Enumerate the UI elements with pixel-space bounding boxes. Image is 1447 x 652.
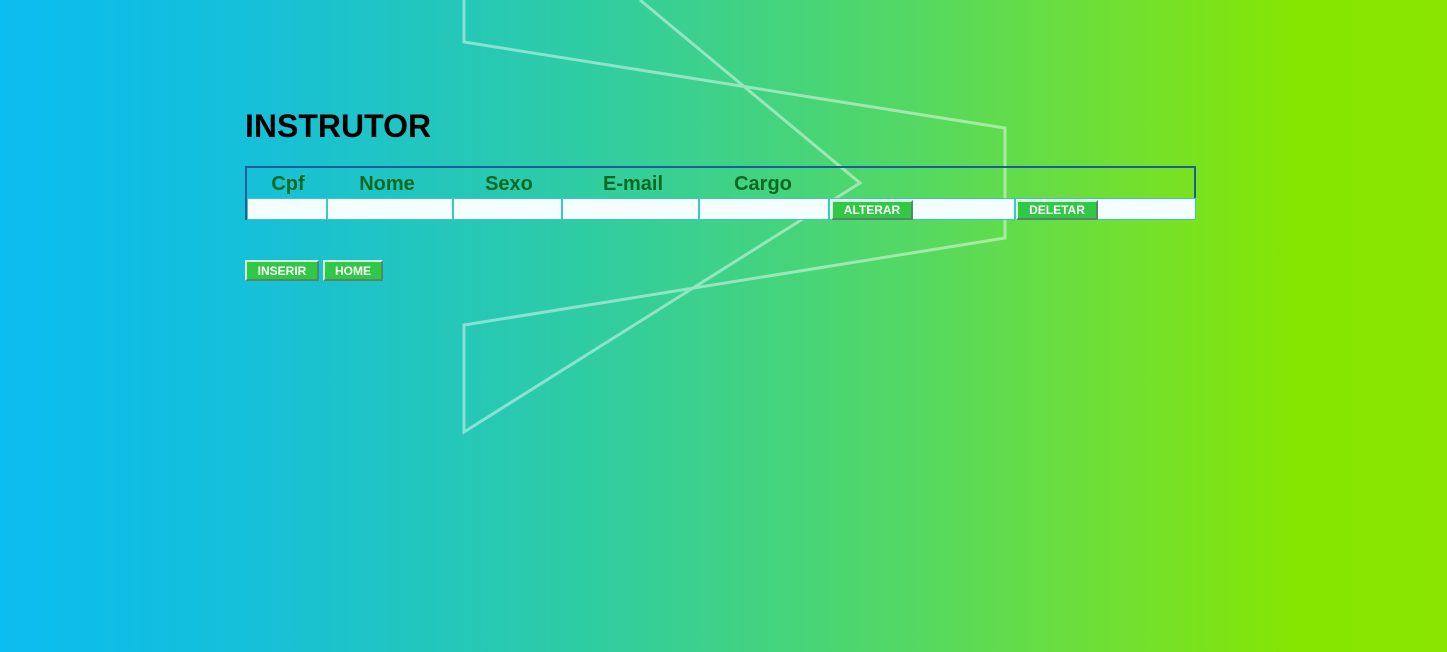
header-email: E-mail — [602, 173, 664, 195]
header-cargo: Cargo — [734, 173, 792, 195]
alter-button[interactable]: ALTERAR — [831, 200, 913, 220]
chevron-decoration-icon — [462, 0, 1007, 435]
insert-button[interactable]: INSERIR — [245, 260, 319, 281]
cell-nome — [327, 198, 453, 220]
page-title: INSTRUTOR — [245, 108, 432, 144]
delete-button[interactable]: DELETAR — [1016, 200, 1098, 220]
cell-cpf — [247, 198, 327, 220]
cell-cargo — [699, 198, 829, 220]
header-cpf: Cpf — [271, 173, 305, 195]
header-sexo: Sexo — [485, 173, 533, 195]
cell-sexo — [453, 198, 562, 220]
instructor-table: Cpf Nome Sexo E-mail Cargo ALTERAR DELET… — [245, 166, 1196, 220]
home-button[interactable]: HOME — [323, 260, 383, 281]
cell-email — [562, 198, 699, 220]
header-nome: Nome — [359, 173, 415, 195]
